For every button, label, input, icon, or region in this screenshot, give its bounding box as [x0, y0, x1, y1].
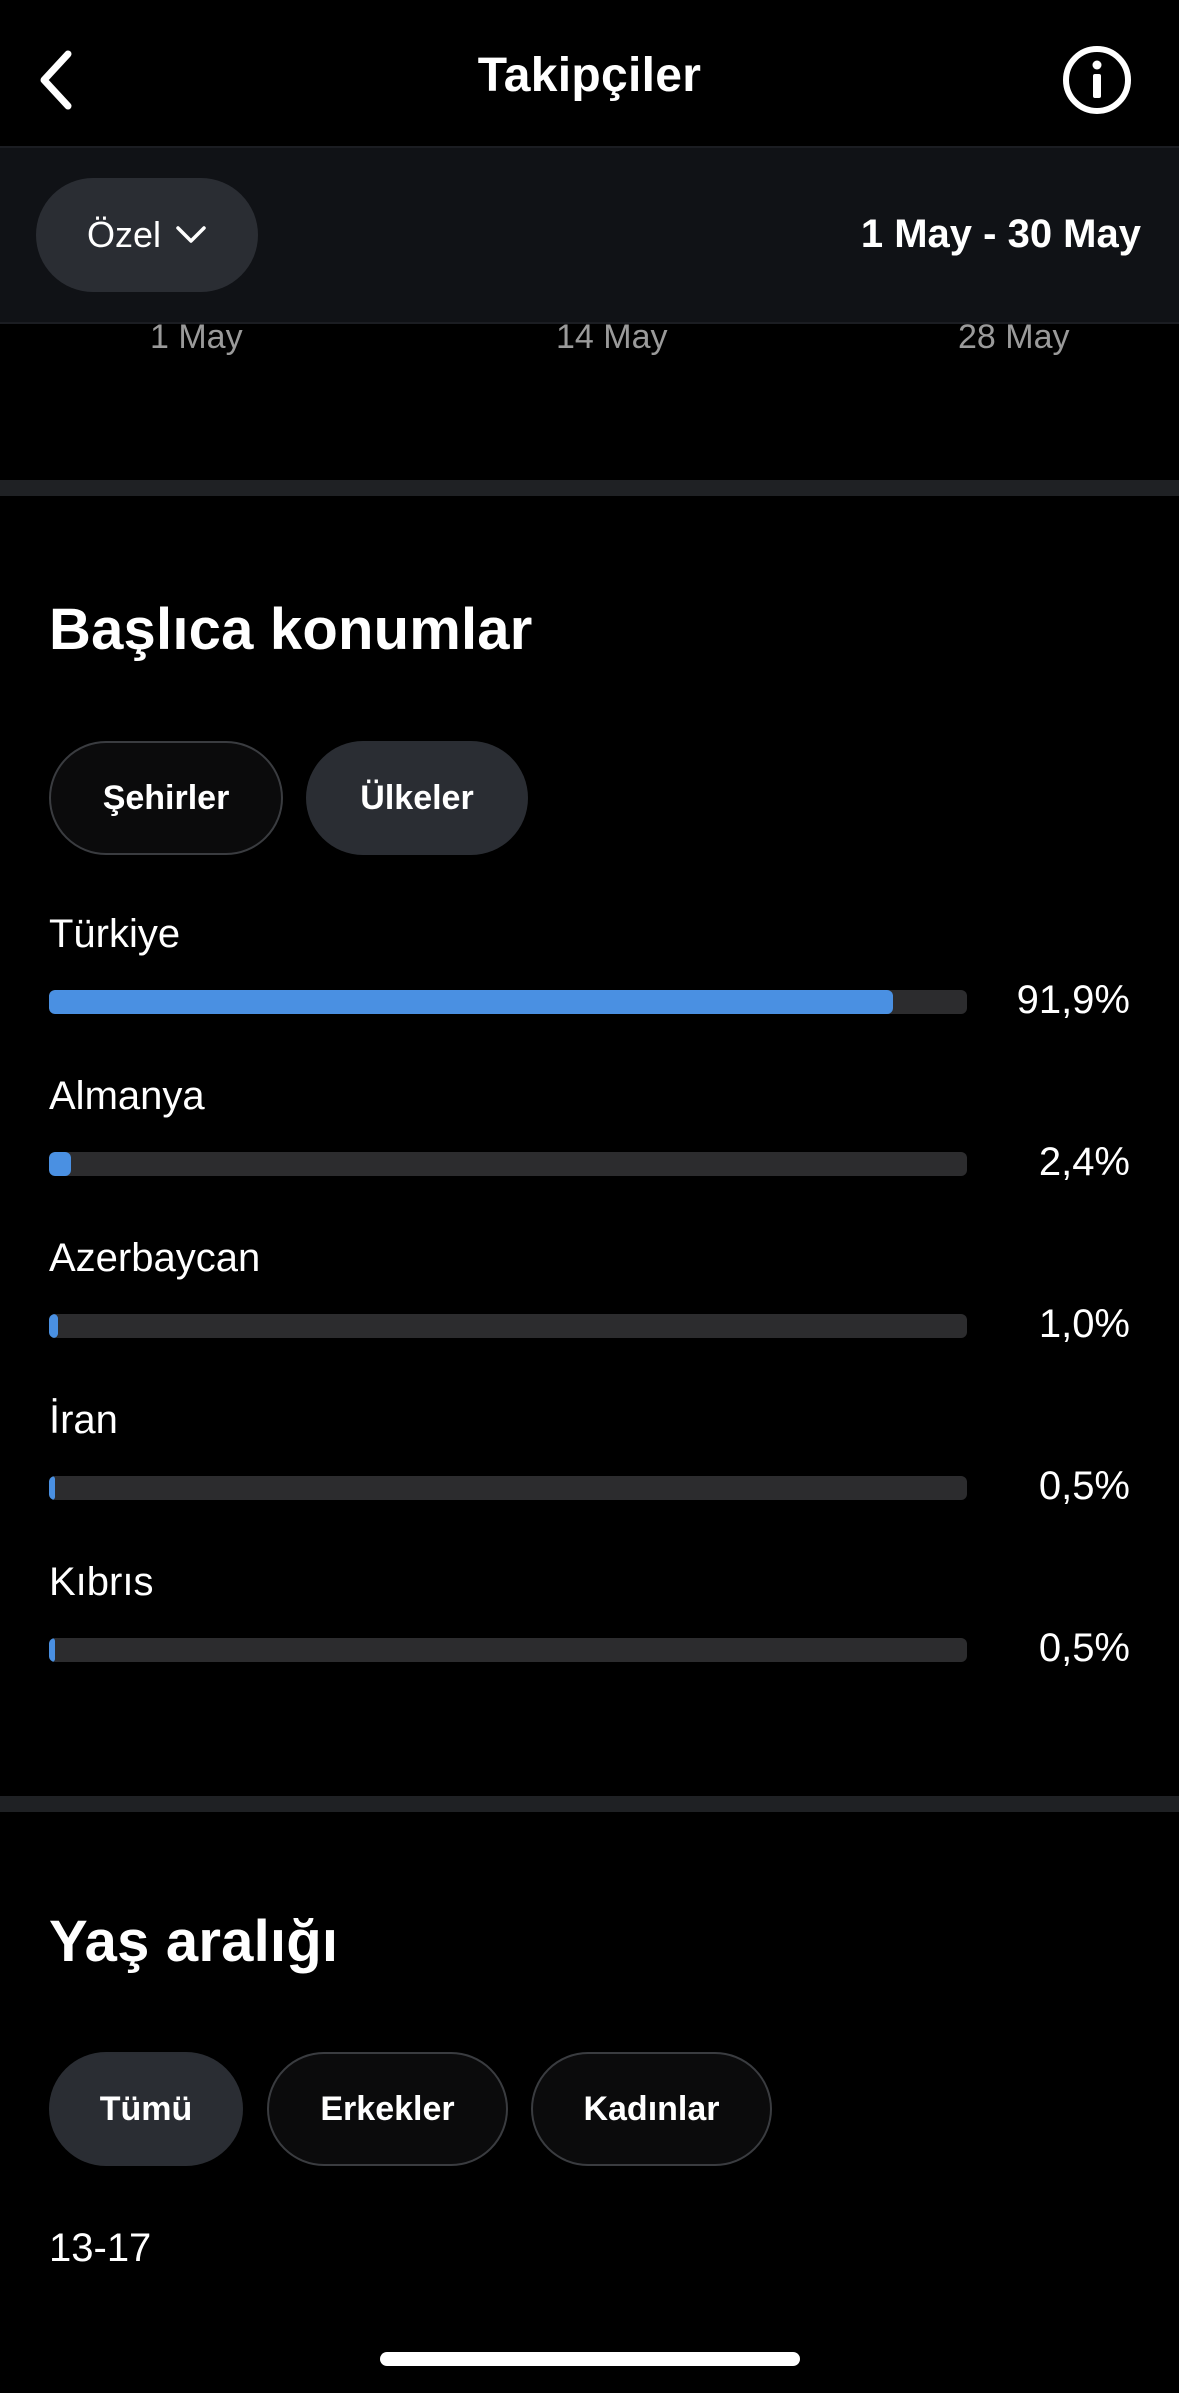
tab-men[interactable]: Erkekler — [267, 2052, 508, 2166]
header: Takipçiler — [0, 0, 1179, 146]
location-percent: 91,9% — [1016, 978, 1130, 1022]
tab-label: Şehirler — [102, 778, 230, 817]
location-percent: 2,4% — [1038, 1140, 1130, 1184]
location-name: Kıbrıs — [49, 1560, 154, 1604]
chevron-down-icon — [176, 226, 206, 243]
info-button[interactable] — [1061, 44, 1133, 116]
tab-countries[interactable]: Ülkeler — [306, 741, 528, 855]
location-bar-track — [49, 1152, 967, 1176]
tab-label: Tümü — [99, 2089, 193, 2128]
tab-women[interactable]: Kadınlar — [531, 2052, 772, 2166]
location-bar-fill — [49, 1314, 59, 1338]
info-icon — [1063, 46, 1131, 114]
location-percent: 0,5% — [1038, 1464, 1130, 1508]
range-dropdown-label: Özel — [86, 214, 162, 255]
date-range-label: 1 May - 30 May — [860, 212, 1141, 256]
section-divider — [0, 1796, 1179, 1812]
location-bar-track — [49, 1638, 967, 1662]
axis-tick-label: 1 May — [150, 318, 243, 356]
location-bar-fill — [49, 1476, 55, 1500]
tab-label: Ülkeler — [360, 778, 474, 817]
age-range-title: Yaş aralığı — [49, 1909, 339, 1974]
home-indicator[interactable] — [380, 2352, 800, 2366]
locations-title: Başlıca konumlar — [49, 597, 533, 662]
location-name: İran — [49, 1398, 118, 1442]
tab-all[interactable]: Tümü — [49, 2052, 243, 2166]
tab-cities[interactable]: Şehirler — [49, 741, 283, 855]
age-range-label: 13-17 — [49, 2226, 152, 2270]
location-name: Türkiye — [49, 912, 181, 956]
followers-insights-screen: Takipçiler Özel 1 May - 30 May 1 May 14 … — [0, 0, 1179, 2393]
location-bar-track — [49, 1314, 967, 1338]
location-bar-track — [49, 990, 967, 1014]
page-title: Takipçiler — [477, 49, 702, 102]
location-bar-fill — [49, 1152, 72, 1176]
location-percent: 1,0% — [1038, 1302, 1130, 1346]
location-percent: 0,5% — [1038, 1626, 1130, 1670]
tab-label: Kadınlar — [583, 2089, 720, 2128]
axis-tick-label: 28 May — [958, 318, 1070, 356]
date-filter-bar: Özel 1 May - 30 May — [0, 146, 1179, 324]
location-bar-fill — [49, 990, 893, 1014]
tab-label: Erkekler — [320, 2089, 455, 2128]
location-bar-fill — [49, 1638, 55, 1662]
location-bar-track — [49, 1476, 967, 1500]
range-dropdown-button[interactable]: Özel — [36, 178, 258, 292]
location-name: Almanya — [49, 1074, 205, 1118]
location-name: Azerbaycan — [49, 1236, 261, 1280]
section-divider — [0, 480, 1179, 496]
axis-tick-label: 14 May — [556, 318, 668, 356]
